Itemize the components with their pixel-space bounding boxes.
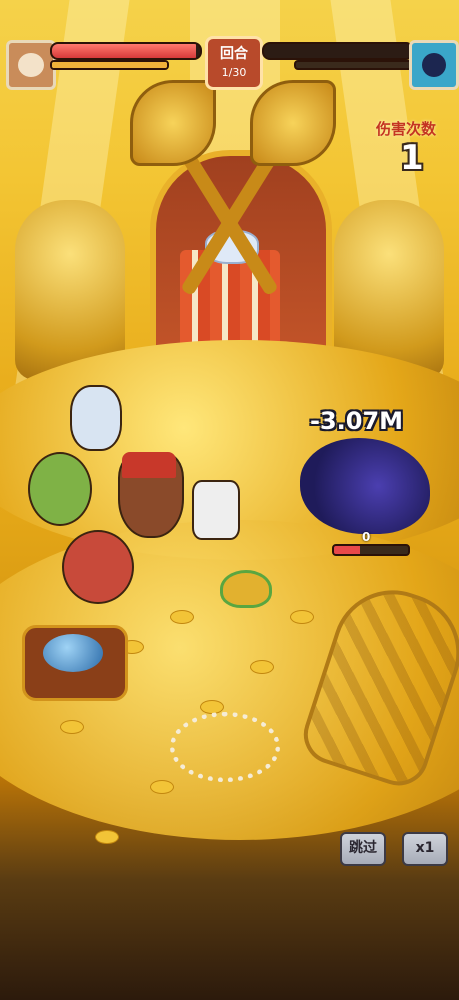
gold-coin [60, 720, 84, 734]
hero-frog-warrior [28, 452, 92, 526]
enemy-avatar[interactable] [409, 40, 459, 90]
skip-button[interactable]: 跳过 [340, 832, 386, 866]
emerald-ring-icon [220, 570, 272, 608]
round-label: 回合 [220, 46, 248, 62]
shadow-boss-icon [422, 53, 446, 77]
round-counter: 1/30 [221, 66, 247, 79]
damage-popup: -3.07M [310, 407, 404, 435]
player-energy-bar [50, 60, 169, 70]
gold-coin [150, 780, 174, 794]
otter-hero-icon [18, 53, 44, 77]
player-energy-fill [52, 62, 167, 68]
golden-axe-icon [130, 80, 216, 166]
gold-coin [250, 660, 274, 674]
golden-axe-icon [250, 80, 336, 166]
hero-bull-king [62, 530, 134, 604]
hero-card-spirit [192, 480, 240, 540]
top-hat-icon [122, 452, 176, 478]
hit-count-value: 1 [400, 138, 424, 178]
gold-coin [95, 830, 119, 844]
enemy-hp-value: 0 [362, 530, 371, 544]
gold-coin [170, 610, 194, 624]
gold-coin [290, 610, 314, 624]
player-health-fill [52, 44, 196, 58]
enemy-health-fill-small [334, 546, 360, 554]
enemy-health-bar-small [332, 544, 410, 556]
player-avatar[interactable] [6, 40, 56, 90]
enemy-energy-bar [294, 60, 413, 70]
hit-count-label: 伤害次数 [376, 120, 437, 138]
speed-button[interactable]: x1 [402, 832, 448, 866]
battle-scene: -3.07M 0 回合 1/30 伤害次数 1 跳过 x1 [0, 0, 459, 1000]
player-health-bar [50, 42, 202, 60]
hero-ice-mage [70, 385, 122, 451]
hero-steampunk-otter [118, 452, 184, 538]
treasure-chest-icon [22, 625, 128, 701]
round-indicator: 回合 1/30 [205, 36, 263, 90]
sapphire-gem-icon [43, 634, 103, 672]
enemy-health-bar [262, 42, 414, 60]
pearl-necklace-icon [170, 712, 280, 782]
